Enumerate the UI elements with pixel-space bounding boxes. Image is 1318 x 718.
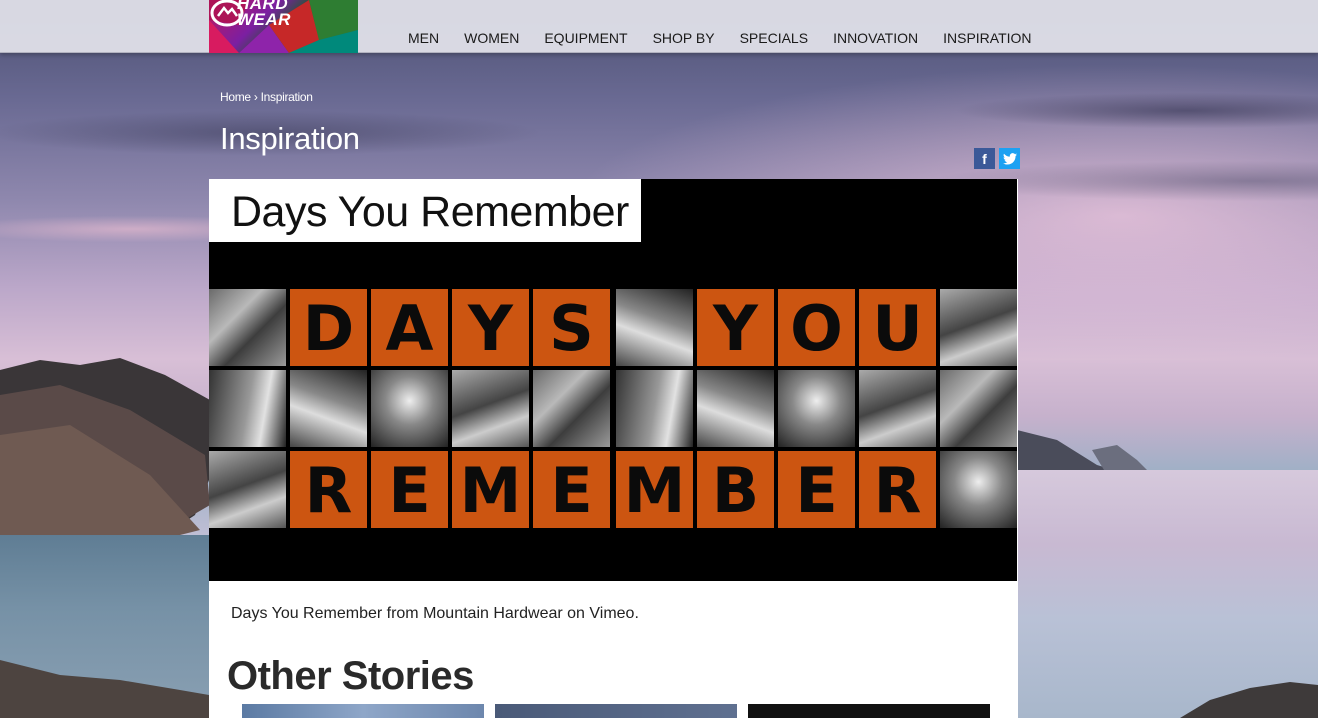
nav-item-inspiration[interactable]: INSPIRATION (943, 30, 1031, 46)
letter-tile: E (371, 451, 448, 528)
letter-tile: A (371, 289, 448, 366)
nav-item-specials[interactable]: SPECIALS (740, 30, 808, 46)
letter-tile: E (533, 451, 610, 528)
background-rocks-right (1180, 682, 1318, 718)
photo-tile (616, 289, 693, 366)
story-thumbnail[interactable] (495, 704, 737, 718)
story-thumbnail[interactable] (748, 704, 990, 718)
nav-item-shop-by[interactable]: SHOP BY (653, 30, 715, 46)
nav-item-equipment[interactable]: EQUIPMENT (544, 30, 627, 46)
photo-tile (616, 370, 693, 447)
letter-tile: D (290, 289, 367, 366)
photo-tile (452, 370, 529, 447)
photo-tile (697, 370, 774, 447)
photo-tile (209, 370, 286, 447)
other-stories-heading: Other Stories (227, 654, 474, 698)
breadcrumb-separator: › (253, 90, 258, 104)
photo-tile (371, 370, 448, 447)
nav-item-innovation[interactable]: INNOVATION (833, 30, 918, 46)
photo-tile (533, 370, 610, 447)
video-thumbnail-collage: D A Y S Y O U R E M E M B E R (209, 289, 1017, 532)
video-title[interactable]: Days You Remember (209, 179, 641, 242)
nav-item-women[interactable]: WOMEN (464, 30, 519, 46)
mountain-logo-icon (210, 0, 244, 27)
photo-tile (209, 289, 286, 366)
story-thumbnail[interactable] (242, 704, 484, 718)
twitter-icon (1002, 152, 1017, 165)
letter-tile: R (290, 451, 367, 528)
photo-tile (940, 451, 1017, 528)
facebook-icon: f (982, 150, 987, 167)
photo-tile (940, 289, 1017, 366)
nav-item-men[interactable]: MEN (408, 30, 439, 46)
main-nav: MEN WOMEN EQUIPMENT SHOP BY SPECIALS INN… (408, 30, 1057, 46)
page-title: Inspiration (220, 121, 360, 156)
letter-tile: O (778, 289, 855, 366)
top-navigation-bar: HARD WEAR MEN WOMEN EQUIPMENT SHOP BY SP… (0, 0, 1318, 53)
letter-tile: B (697, 451, 774, 528)
breadcrumb-current: Inspiration (260, 90, 313, 104)
video-caption: Days You Remember from Mountain Hardwear… (231, 605, 639, 622)
facebook-share-button[interactable]: f (974, 148, 995, 169)
letter-tile: R (859, 451, 936, 528)
photo-tile (290, 370, 367, 447)
twitter-share-button[interactable] (999, 148, 1020, 169)
background-rocks-left (0, 660, 209, 718)
breadcrumb-home-link[interactable]: Home (220, 90, 251, 104)
photo-tile (940, 370, 1017, 447)
logo-text-line2: WEAR (237, 10, 291, 29)
content-panel: Days You Remember D A Y S Y O U R E M E … (209, 179, 1018, 718)
photo-tile (778, 370, 855, 447)
video-player[interactable]: Days You Remember D A Y S Y O U R E M E … (209, 179, 1017, 581)
letter-tile: U (859, 289, 936, 366)
letter-tile: Y (697, 289, 774, 366)
letter-tile: S (533, 289, 610, 366)
letter-tile: Y (452, 289, 529, 366)
letter-tile: M (452, 451, 529, 528)
brand-logo[interactable]: HARD WEAR (209, 0, 358, 53)
letter-tile: M (616, 451, 693, 528)
breadcrumb: Home › Inspiration (220, 90, 313, 104)
letter-tile: E (778, 451, 855, 528)
photo-tile (859, 370, 936, 447)
logo-text: HARD WEAR (237, 0, 291, 28)
photo-tile (209, 451, 286, 528)
social-share: f (974, 148, 1020, 169)
